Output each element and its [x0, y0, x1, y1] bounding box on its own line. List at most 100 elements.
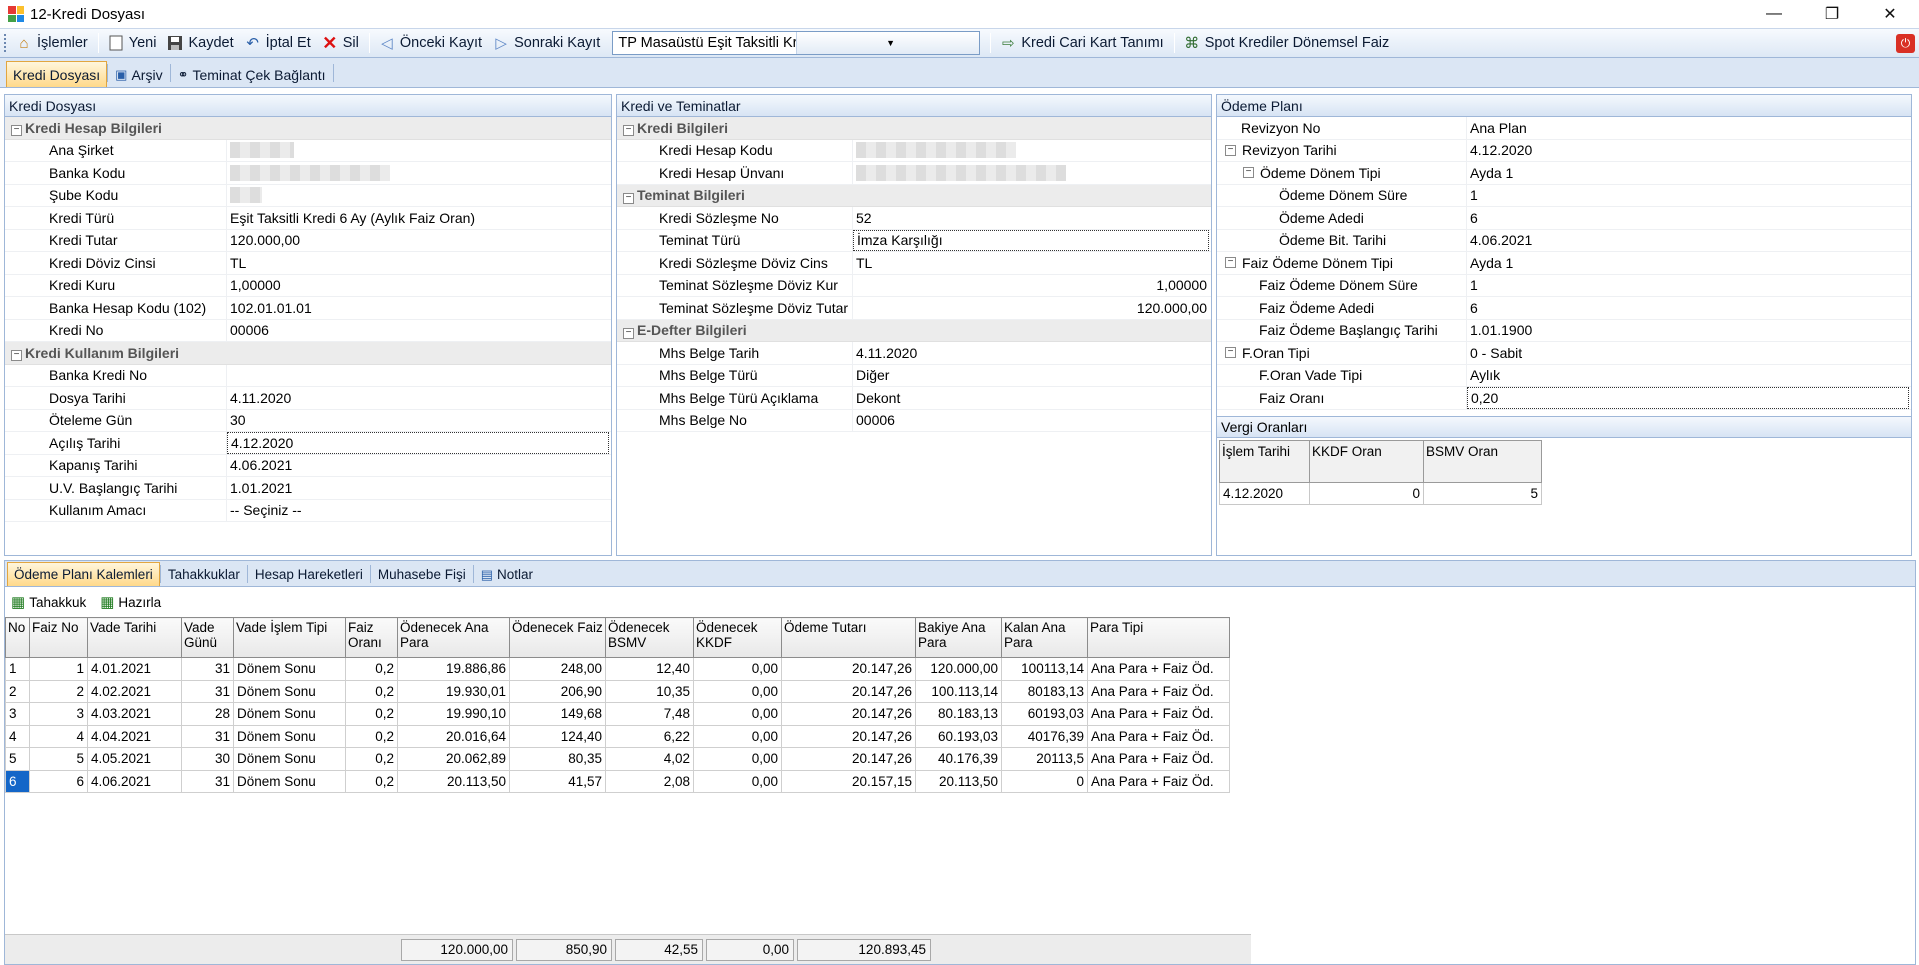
table-cell[interactable]: 0,00 [693, 724, 782, 748]
table-cell[interactable]: 0,2 [345, 747, 398, 771]
toolbar-grip[interactable] [4, 34, 7, 52]
property-row[interactable]: Kredi Hesap Ünvanı [617, 162, 1211, 185]
table-cell[interactable]: 120.000,00 [915, 657, 1002, 681]
property-value[interactable]: Diğer [853, 365, 1211, 387]
table-cell[interactable]: 20113,5 [1001, 747, 1088, 771]
table-cell[interactable]: 20.147,26 [781, 724, 916, 748]
table-cell[interactable]: 4 [29, 724, 88, 748]
table-cell[interactable]: 20.113,50 [397, 769, 510, 793]
column-header[interactable]: Vade İşlem Tipi [233, 617, 346, 658]
property-value[interactable]: 102.01.01.01 [227, 297, 611, 319]
property-row[interactable]: Faiz Ödeme Dönem Süre 1 [1217, 274, 1911, 297]
table-cell[interactable]: Ana Para + Faiz Öd. [1087, 724, 1230, 748]
property-value[interactable]: Ayda 1 [1467, 162, 1911, 184]
property-value[interactable]: 4.12.2020 [1467, 140, 1911, 162]
table-row[interactable]: 2 2 4.02.2021 31 Dönem Sonu 0,2 19.930,01 206,9… [5, 679, 1230, 703]
property-row[interactable]: − F.Oran Tipi 0 - Sabit [1217, 342, 1911, 365]
table-cell[interactable]: 4.04.2021 [87, 724, 182, 748]
close-button[interactable]: ✕ [1861, 0, 1919, 28]
property-value[interactable]: 0,20 [1467, 387, 1909, 409]
previous-record-button[interactable]: ◁ Önceki Kayıt [374, 30, 486, 56]
column-header[interactable]: BSMV Oran [1423, 439, 1542, 483]
property-row[interactable]: Banka Kodu [5, 162, 611, 185]
property-row[interactable]: − Revizyon Tarihi 4.12.2020 [1217, 139, 1911, 162]
property-row[interactable]: Faiz Ödeme Adedi 6 [1217, 297, 1911, 320]
table-cell[interactable]: Ana Para + Faiz Öd. [1087, 657, 1230, 681]
table-row[interactable]: 4.12.2020 0 5 [1219, 481, 1542, 505]
column-header[interactable]: Ödenecek Ana Para [397, 617, 510, 658]
table-cell[interactable]: 0,00 [693, 702, 782, 726]
table-row[interactable]: 4 4 4.04.2021 31 Dönem Sonu 0,2 20.016,64 124,4… [5, 724, 1230, 748]
column-header[interactable]: KKDF Oran [1309, 439, 1424, 483]
property-row[interactable]: U.V. Başlangıç Tarihi 1.01.2021 [5, 477, 611, 500]
table-cell[interactable]: 31 [181, 769, 234, 793]
table-cell[interactable]: 1 [29, 657, 88, 681]
table-cell[interactable]: Dönem Sonu [233, 679, 346, 703]
property-value[interactable]: 120.000,00 [227, 230, 611, 252]
tab-kredi-dosyasi[interactable]: Kredi Dosyası [6, 61, 108, 87]
chevron-down-icon[interactable]: ▼ [795, 32, 980, 54]
property-value[interactable]: 00006 [853, 410, 1211, 432]
property-value[interactable]: 1 [1467, 275, 1911, 297]
collapse-icon[interactable]: − [623, 327, 634, 339]
table-cell[interactable]: 6,22 [605, 724, 694, 748]
category-kredi-hesap[interactable]: − Kredi Hesap Bilgileri [5, 117, 611, 140]
column-header[interactable]: Kalan Ana Para [1001, 617, 1088, 658]
property-value[interactable] [227, 365, 611, 387]
table-cell[interactable]: 2,08 [605, 769, 694, 793]
table-cell[interactable]: 4 [5, 724, 30, 748]
property-value[interactable]: 1.01.2021 [227, 477, 611, 499]
property-value[interactable]: 1,00000 [853, 275, 1211, 297]
table-cell[interactable]: 40176,39 [1001, 724, 1088, 748]
table-cell[interactable]: 41,57 [509, 769, 606, 793]
table-cell[interactable]: 4.06.2021 [87, 769, 182, 793]
table-cell[interactable]: 80,35 [509, 747, 606, 771]
table-cell[interactable]: 31 [181, 724, 234, 748]
property-value[interactable]: 1.01.1900 [1467, 320, 1911, 342]
table-cell[interactable]: 10,35 [605, 679, 694, 703]
table-cell[interactable]: 20.062,89 [397, 747, 510, 771]
collapse-icon[interactable]: − [623, 192, 634, 204]
column-header[interactable]: Ödeme Tutarı [781, 617, 916, 658]
property-row[interactable]: Teminat Sözleşme Döviz Kur 1,00000 [617, 274, 1211, 297]
table-cell[interactable]: 100.113,14 [915, 679, 1002, 703]
category-edefter[interactable]: − E-Defter Bilgileri [617, 319, 1211, 342]
property-value[interactable] [227, 140, 611, 162]
table-cell[interactable]: 0,2 [345, 657, 398, 681]
property-value[interactable]: 4.06.2021 [227, 455, 611, 477]
table-cell[interactable]: Dönem Sonu [233, 769, 346, 793]
new-button[interactable]: Yeni [103, 30, 161, 56]
table-cell[interactable]: 4.05.2021 [87, 747, 182, 771]
column-header[interactable]: Ödenecek Faiz [509, 617, 606, 658]
table-cell[interactable]: 28 [181, 702, 234, 726]
property-row[interactable]: Teminat Türü İmza Karşılığı [617, 229, 1211, 252]
table-cell[interactable]: 1 [5, 657, 30, 681]
property-row[interactable]: Dosya Tarihi 4.11.2020 [5, 387, 611, 410]
table-cell[interactable]: 20.157,15 [781, 769, 916, 793]
table-cell[interactable]: 2 [5, 679, 30, 703]
table-cell[interactable]: 100113,14 [1001, 657, 1088, 681]
table-row[interactable]: 3 3 4.03.2021 28 Dönem Sonu 0,2 19.990,10 149,6… [5, 702, 1230, 726]
tab-tahakkuklar[interactable]: Tahakkuklar [161, 562, 247, 586]
property-value[interactable]: 4.12.2020 [227, 432, 609, 454]
table-row[interactable]: 6 6 4.06.2021 31 Dönem Sonu 0,2 20.113,50 41,57… [5, 769, 1230, 793]
collapse-icon[interactable]: − [11, 350, 22, 362]
property-row[interactable]: Açılış Tarihi 4.12.2020 [5, 432, 611, 455]
column-header[interactable]: Ödenecek BSMV [605, 617, 694, 658]
table-cell[interactable]: 31 [181, 679, 234, 703]
property-value[interactable]: 4.06.2021 [1467, 230, 1911, 252]
property-value[interactable]: Eşit Taksitli Kredi 6 Ay (Aylık Faiz Ora… [227, 207, 611, 229]
property-value[interactable] [227, 185, 611, 207]
table-cell[interactable]: 6 [29, 769, 88, 793]
table-cell[interactable]: 40.176,39 [915, 747, 1002, 771]
property-row[interactable]: Ödeme Bit. Tarihi 4.06.2021 [1217, 229, 1911, 252]
property-value[interactable] [853, 162, 1211, 184]
table-cell[interactable]: 0,2 [345, 724, 398, 748]
property-row[interactable]: Kredi Sözleşme No 52 [617, 207, 1211, 230]
table-cell[interactable]: Ana Para + Faiz Öd. [1087, 747, 1230, 771]
property-value[interactable]: TL [227, 252, 611, 274]
table-cell[interactable]: 20.113,50 [915, 769, 1002, 793]
maximize-button[interactable]: ❐ [1803, 0, 1861, 28]
property-row[interactable]: Mhs Belge Tarih 4.11.2020 [617, 342, 1211, 365]
collapse-icon[interactable]: − [1243, 167, 1254, 179]
